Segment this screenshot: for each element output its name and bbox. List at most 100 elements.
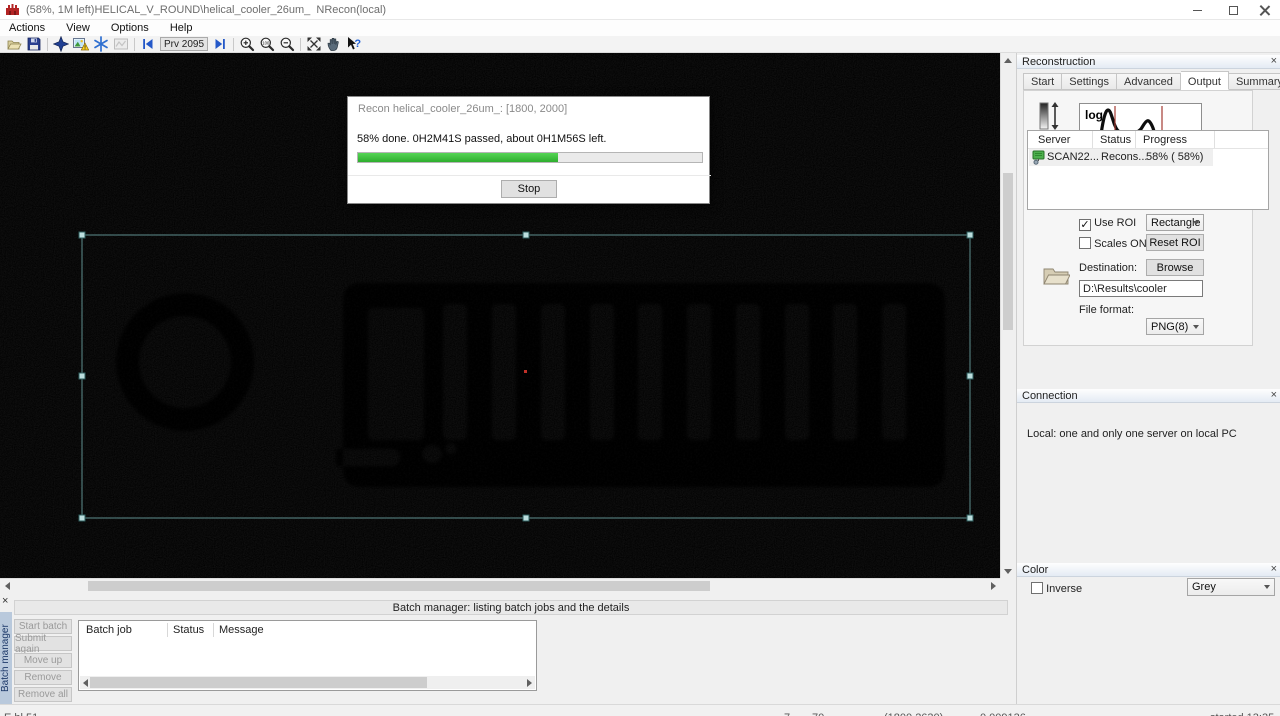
checkbox-box[interactable] [1079, 237, 1091, 249]
output-tab-page: log 0.001000 ... 0.009141 In HU Auto ✓ U… [1023, 90, 1253, 346]
scroll-left-arrow[interactable] [0, 579, 14, 593]
scales-on-checkbox[interactable]: Scales ON [1079, 237, 1147, 250]
log-scale-label: log [1085, 108, 1103, 122]
first-slice-button[interactable] [138, 36, 158, 52]
use-roi-checkbox[interactable]: ✓ Use ROI [1079, 217, 1136, 231]
maximize-button[interactable] [1216, 0, 1250, 20]
save-floppy-icon [26, 36, 42, 52]
zoom-100-button[interactable]: 100 [257, 36, 277, 52]
close-panel-icon[interactable]: × [1271, 389, 1277, 402]
minimize-button[interactable] [1180, 0, 1214, 20]
tab-settings[interactable]: Settings [1062, 73, 1117, 90]
scroll-right-arrow[interactable] [527, 679, 532, 687]
toolbar-separator [300, 38, 301, 51]
batch-job-table[interactable]: Batch job Status Message [78, 620, 537, 691]
column-status: Status [173, 624, 204, 636]
toolbar-separator [47, 38, 48, 51]
menu-actions[interactable]: Actions [0, 20, 54, 34]
zoom-out-button[interactable] [277, 36, 297, 52]
fine-tuning-button[interactable] [51, 36, 71, 52]
vertical-scrollbar[interactable] [1000, 53, 1014, 578]
stop-button[interactable]: Stop [501, 180, 557, 198]
scroll-up-arrow[interactable] [1001, 53, 1015, 67]
roi-handle-top-right[interactable] [967, 232, 973, 238]
snowflake-icon [93, 36, 109, 52]
toolbar-separator [233, 38, 234, 51]
batch-manager-header: Batch manager: listing batch jobs and th… [14, 600, 1008, 615]
profile-button-disabled [111, 36, 131, 52]
zoom-in-button[interactable] [237, 36, 257, 52]
reset-roi-button[interactable]: Reset ROI [1146, 234, 1204, 251]
scroll-right-arrow[interactable] [986, 579, 1000, 593]
center-marker [524, 370, 527, 373]
histogram-range-icon [1038, 101, 1064, 131]
roi-shape-select[interactable]: Rectangle [1146, 214, 1204, 231]
minimize-icon [1193, 10, 1202, 11]
scroll-down-arrow[interactable] [1001, 564, 1015, 578]
fit-arrows-icon [306, 36, 322, 52]
roi-handle-top-center[interactable] [523, 232, 529, 238]
preview-slice-button[interactable]: Prv 2095 [160, 37, 208, 51]
tab-summary[interactable]: Summary [1229, 73, 1280, 90]
destination-path-input[interactable]: D:\Results\cooler [1079, 280, 1203, 297]
close-button[interactable] [1248, 0, 1280, 20]
horizontal-scrollbar[interactable] [0, 578, 1000, 592]
roi-handle-top-left[interactable] [79, 232, 85, 238]
roi-handle-mid-right[interactable] [967, 373, 973, 379]
roi-handle-bottom-center[interactable] [523, 515, 529, 521]
close-panel-icon[interactable]: × [1271, 55, 1277, 68]
pan-button[interactable] [324, 36, 344, 52]
browse-button[interactable]: Browse [1146, 259, 1204, 276]
image-warning-button[interactable] [71, 36, 91, 52]
destination-label: Destination: [1079, 262, 1137, 274]
window-title: (58%, 1M left)HELICAL_V_ROUND\helical_co… [26, 4, 386, 16]
tab-output[interactable]: Output [1181, 71, 1229, 90]
tab-start[interactable]: Start [1023, 73, 1062, 90]
vertical-scroll-thumb[interactable] [1003, 173, 1013, 330]
remove-button[interactable]: Remove [14, 670, 72, 685]
menu-options[interactable]: Options [102, 20, 158, 34]
move-up-button[interactable]: Move up [14, 653, 72, 668]
close-panel-icon[interactable]: × [1271, 563, 1277, 576]
remove-all-button[interactable]: Remove all [14, 687, 72, 702]
file-format-select[interactable]: PNG(8) [1146, 318, 1204, 335]
open-dataset-button[interactable] [4, 36, 24, 52]
roi-handle-bottom-right[interactable] [967, 515, 973, 521]
inverse-checkbox[interactable]: Inverse [1031, 582, 1082, 595]
batch-table-scrollbar[interactable] [80, 676, 535, 689]
submit-again-button[interactable]: Submit again [14, 636, 72, 651]
scroll-left-arrow[interactable] [83, 679, 88, 687]
menu-help[interactable]: Help [161, 20, 202, 34]
status-fragment: 0.009136 [980, 712, 1026, 716]
context-help-button[interactable]: ? [344, 36, 364, 52]
file-format-label: File format: [1079, 304, 1134, 316]
server-row[interactable]: SCAN22... Recons... 58% ( 58%) [1029, 149, 1213, 166]
skip-to-start-icon [140, 36, 156, 52]
save-button[interactable] [24, 36, 44, 52]
palette-select[interactable]: Grey [1187, 578, 1275, 596]
fit-to-window-button[interactable] [304, 36, 324, 52]
batch-scroll-thumb[interactable] [90, 677, 427, 688]
local-server-text: Local: one and only one server on local … [1027, 428, 1237, 440]
batch-manager-tab[interactable]: Batch manager [0, 612, 12, 704]
tab-advanced[interactable]: Advanced [1117, 73, 1181, 90]
cross-section-button[interactable] [91, 36, 111, 52]
reconstruction-panel-title: Reconstruction [1022, 56, 1095, 68]
column-status: Status [1100, 134, 1131, 146]
menu-view[interactable]: View [57, 20, 99, 34]
reconstruction-tabs: StartSettingsAdvancedOutputSummary [1023, 73, 1280, 90]
server-table[interactable]: Server Status Progress SCAN22... Recons.… [1027, 130, 1269, 210]
last-slice-button[interactable] [210, 36, 230, 52]
toolbar-separator [134, 38, 135, 51]
blue-star-icon [53, 36, 69, 52]
horizontal-scroll-thumb[interactable] [88, 581, 710, 591]
server-status-cell: Recons... [1101, 151, 1147, 163]
column-server: Server [1038, 134, 1070, 146]
checkbox-box[interactable] [1031, 582, 1043, 594]
close-batch-panel-icon[interactable]: × [2, 595, 8, 607]
roi-handle-bottom-left[interactable] [79, 515, 85, 521]
progress-bar [357, 152, 703, 163]
roi-handle-mid-left[interactable] [79, 373, 85, 379]
server-progress-cell: 58% ( 58%) [1146, 151, 1203, 163]
checkbox-box-checked[interactable]: ✓ [1079, 219, 1091, 231]
